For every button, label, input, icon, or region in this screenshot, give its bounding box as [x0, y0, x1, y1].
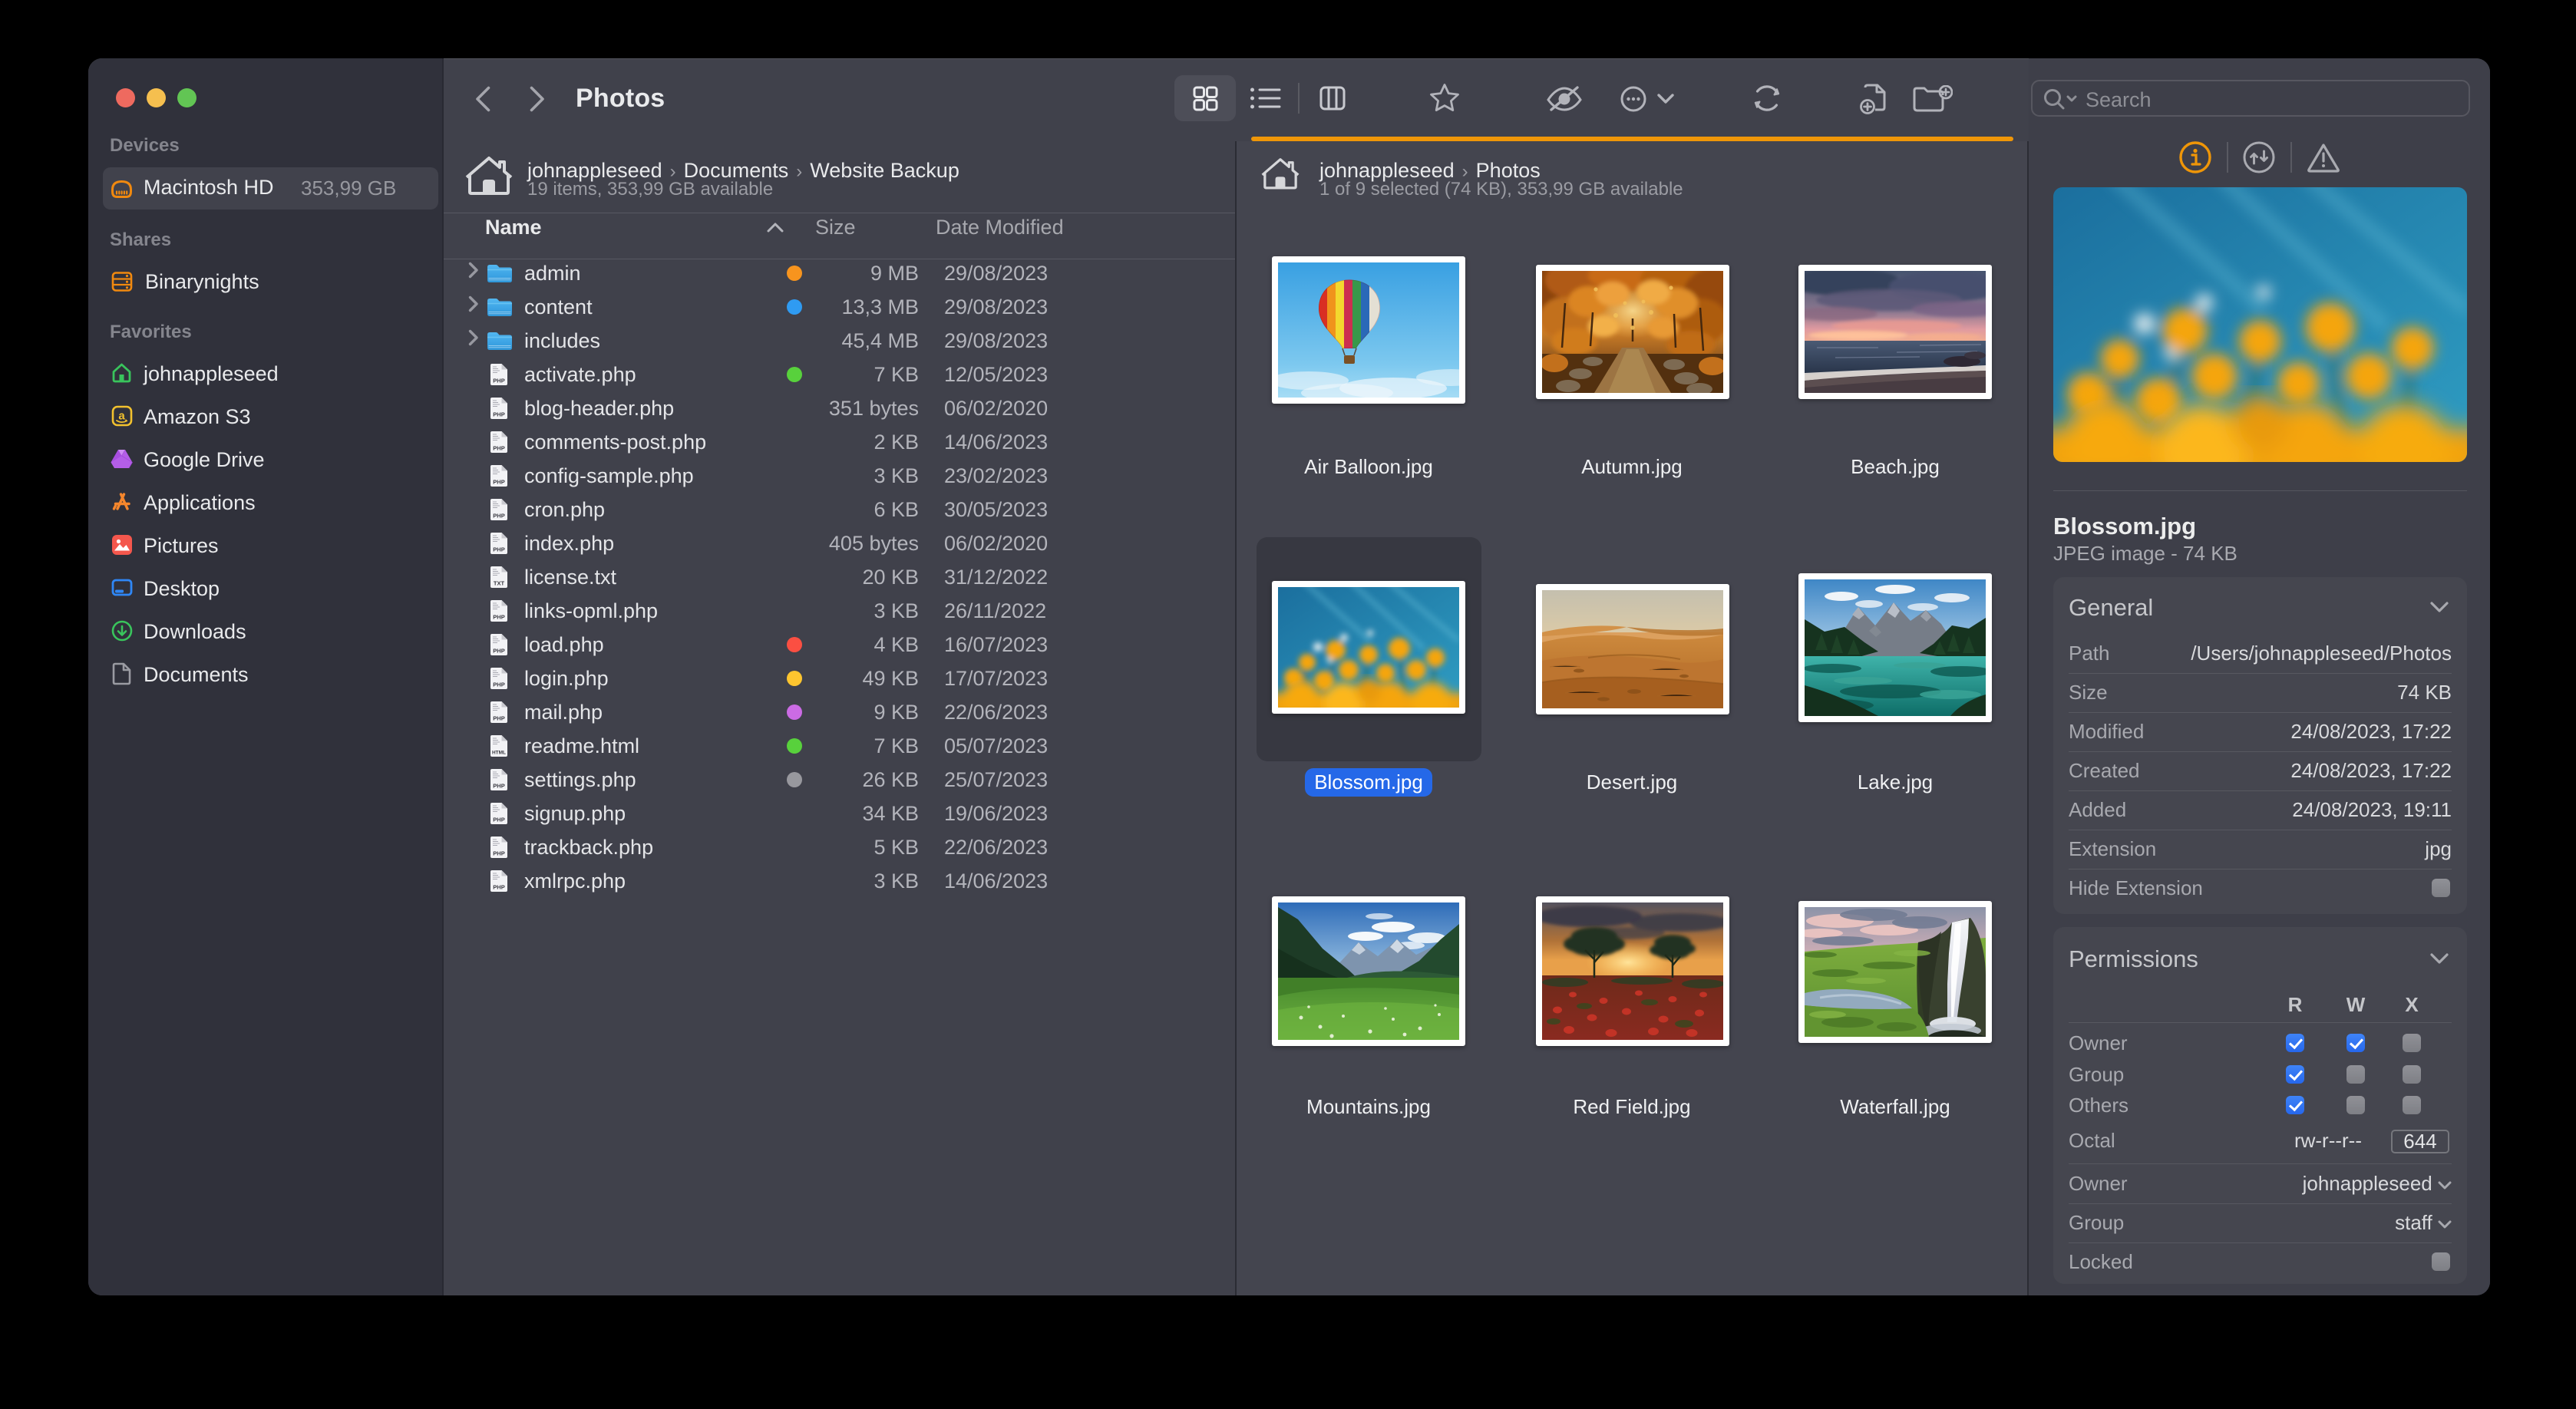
svg-text:a: a — [118, 410, 125, 423]
